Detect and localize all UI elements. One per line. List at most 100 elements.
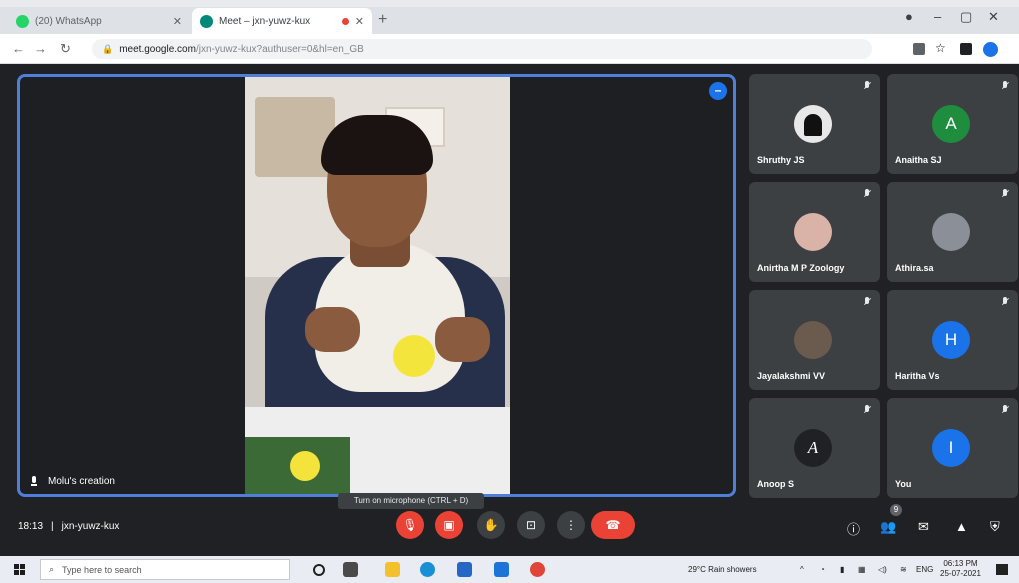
presenter-name: Molu's creation xyxy=(48,476,115,487)
battery-icon[interactable]: ▮ xyxy=(840,565,844,574)
microphone-toggle-button[interactable]: 🎙 xyxy=(396,511,424,539)
craft-preview xyxy=(245,437,350,494)
whatsapp-icon xyxy=(16,14,29,28)
task-view-icon[interactable] xyxy=(343,562,358,577)
participant-name: Jayalakshmi VV xyxy=(757,371,826,381)
mic-off-icon xyxy=(1002,189,1008,199)
participant-tile[interactable]: H Haritha Vs xyxy=(887,290,1018,390)
profile-avatar[interactable] xyxy=(983,42,998,57)
participant-tile[interactable]: Jayalakshmi VV xyxy=(749,290,880,390)
taskbar-search[interactable]: ⌕ Type here to search xyxy=(40,559,290,580)
url-field[interactable]: 🔒 meet.google.com/jxn-yuwz-kux?authuser=… xyxy=(92,39,872,59)
language-indicator[interactable]: ENG xyxy=(916,565,933,574)
present-button[interactable]: ⊡ xyxy=(517,511,545,539)
microphone-icon xyxy=(30,476,38,487)
meeting-info: 18:13 | jxn-yuwz-kux xyxy=(18,521,119,532)
presenter-tile[interactable]: – Molu's creation xyxy=(17,74,736,497)
more-options-icon[interactable]: – xyxy=(709,82,727,100)
participant-name: Shruthy JS xyxy=(757,155,805,165)
clock-date: 25-07-2021 xyxy=(940,569,981,578)
mail-icon[interactable] xyxy=(494,562,509,577)
wifi-icon[interactable]: ≋ xyxy=(900,565,907,574)
address-bar: ← → ↻ 🔒 meet.google.com/jxn-yuwz-kux?aut… xyxy=(0,34,1019,64)
present-icon: ⊡ xyxy=(525,518,537,532)
chevron-up-icon[interactable]: ^ xyxy=(800,565,804,574)
mic-off-icon xyxy=(864,189,870,199)
yellow-duck xyxy=(290,451,320,481)
participant-name: You xyxy=(895,479,912,489)
url-path: /jxn-yuwz-kux?authuser=0&hl=en_GB xyxy=(195,43,364,55)
chrome-icon[interactable] xyxy=(530,562,545,577)
meeting-code: jxn-yuwz-kux xyxy=(61,521,120,532)
display-icon[interactable]: ▦ xyxy=(858,565,866,574)
participant-tile[interactable]: Athira.sa xyxy=(887,182,1018,282)
windows-start-icon[interactable] xyxy=(14,564,26,576)
new-tab-icon[interactable]: + xyxy=(378,11,387,29)
star-icon[interactable]: ☆ xyxy=(935,41,947,55)
mic-off-icon xyxy=(1002,81,1008,91)
phone-hangup-icon: ☎ xyxy=(605,518,621,532)
extension-icon[interactable] xyxy=(960,43,972,55)
camera-off-icon: ▣ xyxy=(443,518,455,532)
back-icon[interactable]: ← xyxy=(12,41,25,56)
search-icon: ⌕ xyxy=(49,564,55,574)
participant-name: Athira.sa xyxy=(895,263,934,273)
avatar xyxy=(794,105,832,143)
mic-off-icon xyxy=(1002,297,1008,307)
participant-tile[interactable]: A Anoop S xyxy=(749,398,880,498)
presenter-label: Molu's creation xyxy=(30,476,115,487)
mic-off-icon xyxy=(864,297,870,307)
leave-call-button[interactable]: ☎ xyxy=(591,511,635,539)
participant-tile[interactable]: A Anaitha SJ xyxy=(887,74,1018,174)
camera-toggle-button[interactable]: ▣ xyxy=(435,511,463,539)
host-controls-icon[interactable]: ⛨ xyxy=(990,519,1000,535)
raise-hand-button[interactable]: ✋ xyxy=(477,511,505,539)
minimize-icon[interactable]: – xyxy=(934,9,941,24)
avatar: A xyxy=(794,429,832,467)
store-icon[interactable] xyxy=(457,562,472,577)
avatar: H xyxy=(932,321,970,359)
yellow-craft xyxy=(393,335,435,377)
camera-permission-icon[interactable] xyxy=(913,43,925,55)
participant-tile[interactable]: Anirtha M P Zoology xyxy=(749,182,880,282)
participant-tile-self[interactable]: I You xyxy=(887,398,1018,498)
mic-off-icon xyxy=(864,405,870,415)
close-icon[interactable]: ✕ xyxy=(355,15,364,28)
mic-off-icon xyxy=(1002,405,1008,415)
cortana-icon[interactable] xyxy=(313,564,325,576)
top-strip xyxy=(0,0,1019,7)
microphone-tooltip: Turn on microphone (CTRL + D) xyxy=(338,493,484,509)
maximize-icon[interactable]: ▢ xyxy=(960,9,972,25)
mic-off-icon xyxy=(864,81,870,91)
edge-icon[interactable] xyxy=(420,562,435,577)
tab-meet[interactable]: Meet – jxn-yuwz-kux ✕ xyxy=(192,8,372,34)
more-vert-icon: ⋮ xyxy=(565,518,577,532)
url-host: meet.google.com xyxy=(119,43,196,55)
participant-name: Anaitha SJ xyxy=(895,155,942,165)
system-clock[interactable]: 06:13 PM 25-07-2021 xyxy=(940,559,981,579)
avatar xyxy=(794,213,832,251)
lock-icon: 🔒 xyxy=(102,43,114,54)
weather-status[interactable]: 29°C Rain showers xyxy=(688,565,757,574)
network-icon[interactable]: ◔ xyxy=(820,565,825,574)
record-icon: ● xyxy=(905,9,913,24)
more-options-button[interactable]: ⋮ xyxy=(557,511,585,539)
avatar xyxy=(932,213,970,251)
forward-icon[interactable]: → xyxy=(34,41,47,56)
activities-icon[interactable]: ▲ xyxy=(955,519,968,534)
tab-whatsapp[interactable]: (20) WhatsApp ✕ xyxy=(8,8,190,34)
window-close-icon[interactable]: ✕ xyxy=(988,9,999,25)
notifications-icon[interactable] xyxy=(996,564,1008,575)
volume-icon[interactable]: ◁) xyxy=(878,565,887,574)
reload-icon[interactable]: ↻ xyxy=(60,41,71,57)
taskbar: ⌕ Type here to search 29°C Rain showers … xyxy=(0,556,1019,583)
avatar xyxy=(794,321,832,359)
chat-icon[interactable]: ✉ xyxy=(918,519,929,535)
divider: | xyxy=(51,521,54,532)
file-explorer-icon[interactable] xyxy=(385,562,400,577)
people-icon[interactable]: 👥 xyxy=(880,519,896,535)
info-icon[interactable]: ⓘ xyxy=(847,519,860,538)
participant-name: Anirtha M P Zoology xyxy=(757,263,845,273)
close-icon[interactable]: ✕ xyxy=(173,15,182,28)
participant-tile[interactable]: Shruthy JS xyxy=(749,74,880,174)
